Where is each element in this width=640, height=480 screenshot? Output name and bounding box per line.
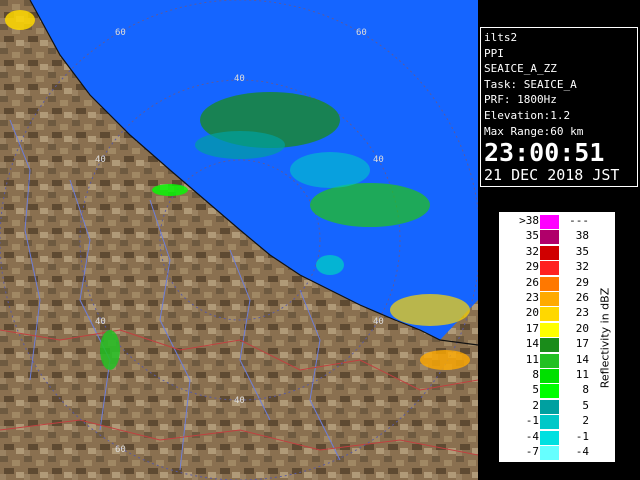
legend-high-value: 17 — [575, 337, 589, 351]
legend-high-value: 20 — [575, 321, 589, 335]
legend-swatch — [540, 369, 559, 383]
legend-low-value: 35 — [525, 229, 539, 243]
legend-low-value: -1 — [525, 414, 539, 428]
range-label: 60 — [115, 445, 126, 455]
legend-high-value: -1 — [575, 429, 589, 443]
legend-low-value: 23 — [525, 291, 539, 304]
scan-date: 21 DEC 2018 JST — [484, 166, 620, 185]
legend-low-value: 29 — [525, 260, 539, 274]
radar-map: 60 40 60 40 40 40 40 40 60 — [0, 0, 478, 480]
range-label: 40 — [234, 74, 245, 84]
range-label: 60 — [115, 28, 126, 38]
legend-high-value: 14 — [575, 352, 589, 366]
legend-swatch — [540, 384, 559, 399]
legend-swatch — [540, 353, 559, 368]
legend-high-value: 32 — [575, 260, 589, 274]
elevation-value: Elevation:1.2 — [484, 108, 571, 122]
legend-swatch — [540, 415, 559, 430]
legend-swatch — [540, 230, 559, 245]
legend-high-value: --- — [569, 214, 589, 227]
legend-low-value: 32 — [525, 244, 539, 258]
legend-swatch — [540, 307, 559, 322]
legend-swatch — [540, 338, 559, 353]
legend-low-value: 20 — [525, 306, 539, 320]
legend-low-value: 11 — [525, 352, 539, 366]
range-label: 40 — [234, 396, 245, 406]
legend-high-value: -4 — [575, 445, 589, 458]
scan-mode: PPI — [484, 46, 504, 60]
range-label: 40 — [373, 155, 384, 165]
legend-high-value: 35 — [575, 244, 589, 258]
scan-info-panel: ilts2 PPI SEAICE_A_ZZ Task: SEAICE_A PRF… — [480, 27, 638, 187]
legend-low-value: 26 — [525, 275, 539, 289]
legend-high-value: 5 — [582, 398, 589, 412]
legend-swatch — [540, 215, 559, 229]
legend-high-value: 23 — [575, 306, 589, 320]
legend-low-value: 14 — [525, 337, 539, 351]
prf-value: PRF: 1800Hz — [484, 93, 557, 107]
legend-axis-title: Reflectivity in dBZ — [595, 222, 615, 454]
radar-ppi-canvas: 60 40 60 40 40 40 40 40 60 — [0, 0, 478, 480]
legend-low-value: >38 — [519, 214, 539, 227]
legend-high-value: 11 — [575, 368, 589, 381]
product-name: SEAICE_A_ZZ — [484, 62, 557, 76]
range-label: 60 — [356, 28, 367, 38]
legend-low-value: 2 — [532, 398, 539, 412]
legend-title: Reflectivity in dBZ — [598, 287, 612, 389]
color-legend: >38 --- 35 38 32 35 29 32 26 29 23 26 20 23 17 20 14 17 11… — [498, 211, 616, 463]
legend-low-value: -7 — [525, 445, 539, 458]
legend-low-value: -4 — [525, 429, 539, 443]
scan-time: 23:00:51 — [484, 138, 605, 168]
legend-low-value: 5 — [532, 383, 539, 397]
legend-high-value: 29 — [575, 275, 589, 289]
legend-low-value: 17 — [525, 321, 539, 335]
legend-high-value: 38 — [575, 229, 589, 243]
legend-high-value: 8 — [582, 383, 589, 397]
range-label: 40 — [95, 317, 106, 327]
legend-swatch — [540, 245, 559, 260]
site-name: ilts2 — [484, 31, 518, 44]
legend-swatch — [540, 276, 559, 291]
legend-swatch — [540, 446, 559, 460]
legend-swatch — [540, 292, 559, 306]
legend-swatch — [540, 430, 559, 445]
legend-swatch — [540, 261, 559, 276]
legend-swatch — [540, 322, 559, 337]
legend-swatch — [540, 399, 559, 414]
task-name: Task: SEAICE_A — [484, 77, 577, 91]
legend-high-value: 26 — [575, 291, 589, 304]
range-label: 40 — [95, 155, 106, 165]
max-range-value: Max Range:60 km — [484, 124, 584, 138]
legend-high-value: 2 — [582, 414, 589, 428]
range-label: 40 — [373, 317, 384, 327]
legend-low-value: 8 — [532, 368, 539, 381]
